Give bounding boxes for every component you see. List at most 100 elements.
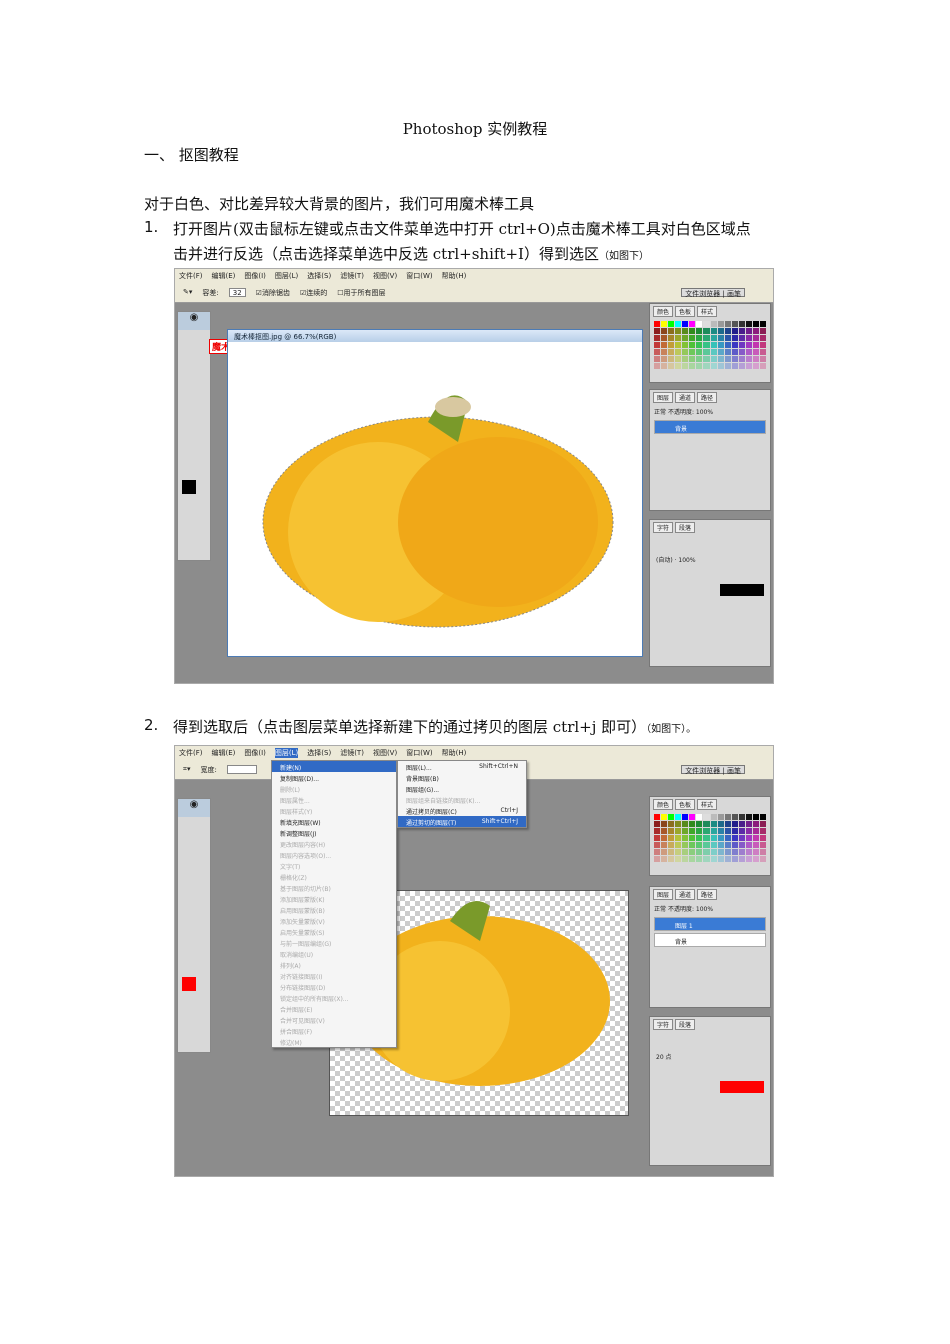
swatch-cell [752,828,759,834]
swatch-cell [731,814,738,820]
menu-item[interactable]: 取消编组(U) [272,948,396,959]
menu-help: 帮助(H) [441,272,467,280]
tab-color: 颜色 [653,306,674,317]
menu-item[interactable]: 合并图层(E) [272,1003,396,1014]
menu-item[interactable]: 基于图层的切片(B) [272,882,396,893]
tab-character: 字符 [653,522,674,533]
menu-item[interactable]: 文字(T) [272,860,396,871]
menu-item[interactable]: 新填充图层(W) [272,816,396,827]
swatch-cell [689,321,696,327]
swatch-cell [689,328,696,334]
swatch-cell [696,842,703,848]
menu-window: 窗口(W) [406,749,433,757]
swatch-cell [682,335,689,341]
menu-item[interactable]: 栅格化(Z) [272,871,396,882]
swatch-cell [738,835,745,841]
swatch-cell [703,356,710,362]
swatch-cell [745,814,752,820]
swatch-cell [717,335,724,341]
menu-item-label: 背景图层(B) [406,776,439,783]
width-input [226,765,257,774]
eye-logo-icon: ◉ [178,312,210,330]
swatch-cell [661,342,668,348]
tab-swatches: 色板 [675,799,696,810]
menu-item[interactable]: 锁定组中的所有图层(X)... [272,992,396,1003]
swatch-cell [717,363,724,369]
swatch-cell [696,814,703,820]
menu-item[interactable]: 排列(A) [272,959,396,970]
swatch-cell [731,321,738,327]
menu-item[interactable]: 合并可见图层(V) [272,1014,396,1025]
menu-item[interactable]: 与前一图层编组(G) [272,937,396,948]
menu-item[interactable]: 对齐链接图层(I) [272,970,396,981]
swatch-cell [731,342,738,348]
menu-item[interactable]: 图层属性... [272,794,396,805]
menu-item[interactable]: 图层样式(Y) [272,805,396,816]
tab-character: 字符 [653,1019,674,1030]
swatch-cell [752,349,759,355]
swatch-cell [759,356,766,362]
menu-filter: 滤镜(T) [340,272,364,280]
menu-item[interactable]: 修边(M) [272,1036,396,1047]
menu-item[interactable]: 分布链接图层(D) [272,981,396,992]
swatch-cell [703,814,710,820]
menu-item[interactable]: 启用图层蒙版(B) [272,904,396,915]
options-bar: ✎▾ 容差: 32 ☑消除锯齿 ☑连续的 ☐用于所有图层 文件浏览器 | 画笔 [175,283,773,303]
swatch-cell [731,856,738,862]
menu-item[interactable]: 通过剪切的图层(T) Shift+Ctrl+J [398,816,526,827]
menu-item[interactable]: 图层内容选项(O)... [272,849,396,860]
menu-item[interactable]: 启用矢量蒙版(S) [272,926,396,937]
menu-image: 图像(I) [244,272,266,280]
swatch-cell [717,349,724,355]
step2-text: 得到选取后（点击图层菜单选择新建下的通过拷贝的图层 ctrl+j 即可） [173,718,647,736]
swatch-cell [717,849,724,855]
swatch-cell [724,814,731,820]
swatch-cell [682,814,689,820]
menu-item[interactable]: 新建(N) [272,761,396,772]
menu-item[interactable]: 更改图层内容(H) [272,838,396,849]
swatch-cell [752,356,759,362]
menu-window: 窗口(W) [406,272,433,280]
swatch-cell [724,363,731,369]
eye-logo-icon: ◉ [178,799,210,817]
foreground-color [182,480,196,494]
text-color-swatch [720,584,764,596]
opacity-label: 不透明度: [667,409,694,416]
menu-item[interactable]: 图层组(G)... [398,783,526,794]
swatch-cell [752,842,759,848]
menu-item[interactable]: 背景图层(B) [398,772,526,783]
step1-number: 1. [144,218,159,236]
menu-item[interactable]: 通过拷贝的图层(C) Ctrl+J [398,805,526,816]
menu-item-label: 图层组来自链接的图层(K)... [406,798,481,805]
scale-value: 100% [678,557,696,564]
contiguous-label: 连续的 [306,289,328,297]
swatch-cell [738,814,745,820]
swatch-cell [703,335,710,341]
swatch-cell [724,356,731,362]
swatch-cell [675,856,682,862]
swatch-cell [675,363,682,369]
menu-item[interactable]: 图层组来自链接的图层(K)... [398,794,526,805]
swatch-cell [654,363,661,369]
swatch-cell [710,856,717,862]
swatch-cell [745,828,752,834]
swatch-cell [682,835,689,841]
menu-item[interactable]: 新调整图层(J) [272,827,396,838]
swatch-cell [668,328,675,334]
toolbox: ◉ [177,311,211,561]
swatch-cell [738,321,745,327]
tab-paths: 路径 [697,889,718,900]
menu-item[interactable]: 添加图层蒙版(K) [272,893,396,904]
menu-item[interactable]: 添加矢量蒙版(V) [272,915,396,926]
layer-background: 背景 [654,933,766,947]
menu-item[interactable]: 复制图层(D)... [272,772,396,783]
menu-item[interactable]: 图层(L)... Shift+Ctrl+N [398,761,526,772]
swatch-cell [696,821,703,827]
menu-item[interactable]: 拼合图层(F) [272,1025,396,1036]
tab-color: 颜色 [653,799,674,810]
swatch-cell [759,821,766,827]
swatch-cell [759,349,766,355]
swatch-cell [759,335,766,341]
palette-well: 文件浏览器 | 画笔 [681,765,745,775]
menu-item[interactable]: 删除(L) [272,783,396,794]
